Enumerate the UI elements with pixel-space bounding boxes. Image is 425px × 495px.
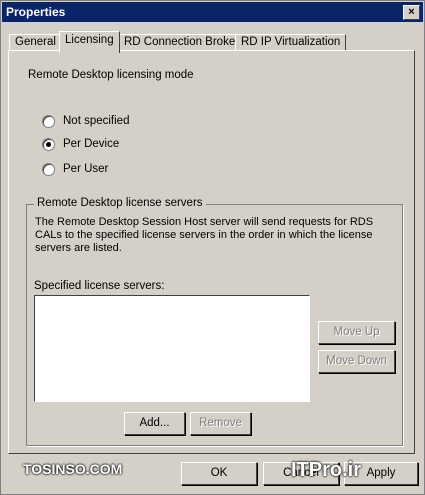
watermark-left: TOSINSO.COM <box>23 461 123 477</box>
radio-label-per-device: Per Device <box>63 138 120 150</box>
radio-label-per-user: Per User <box>63 163 109 175</box>
radio-dot-icon <box>46 141 51 147</box>
licensing-mode-label: Remote Desktop licensing mode <box>28 69 194 81</box>
radio-button-selected[interactable] <box>42 137 55 151</box>
remove-button[interactable]: Remove <box>190 412 251 435</box>
ok-button[interactable]: OK <box>181 462 257 485</box>
properties-window: Properties × General Licensing RD Connec… <box>0 0 425 495</box>
license-servers-group: Remote Desktop license servers The Remot… <box>26 197 403 446</box>
radio-button[interactable] <box>42 114 55 128</box>
radio-not-specified[interactable]: Not specified <box>42 113 129 129</box>
group-title: Remote Desktop license servers <box>34 197 206 209</box>
title-bar[interactable]: Properties × <box>2 2 423 22</box>
radio-per-user[interactable]: Per User <box>42 161 108 177</box>
close-button[interactable]: × <box>403 5 420 20</box>
window-title: Properties <box>6 5 66 19</box>
watermark-right: ITPro.ir <box>291 459 362 481</box>
radio-label-not-specified: Not specified <box>63 115 130 127</box>
radio-button[interactable] <box>42 162 55 176</box>
move-up-button[interactable]: Move Up <box>318 321 395 344</box>
group-description: The Remote Desktop Session Host server w… <box>35 216 374 254</box>
tab-licensing[interactable]: Licensing <box>59 31 120 53</box>
radio-per-device[interactable]: Per Device <box>42 136 119 152</box>
license-servers-list[interactable] <box>34 295 310 402</box>
add-button[interactable]: Add... <box>124 412 185 435</box>
licensing-panel: Remote Desktop licensing mode Not specif… <box>8 50 415 454</box>
servers-list-label: Specified license servers: <box>34 280 165 292</box>
move-down-button[interactable]: Move Down <box>318 350 395 373</box>
